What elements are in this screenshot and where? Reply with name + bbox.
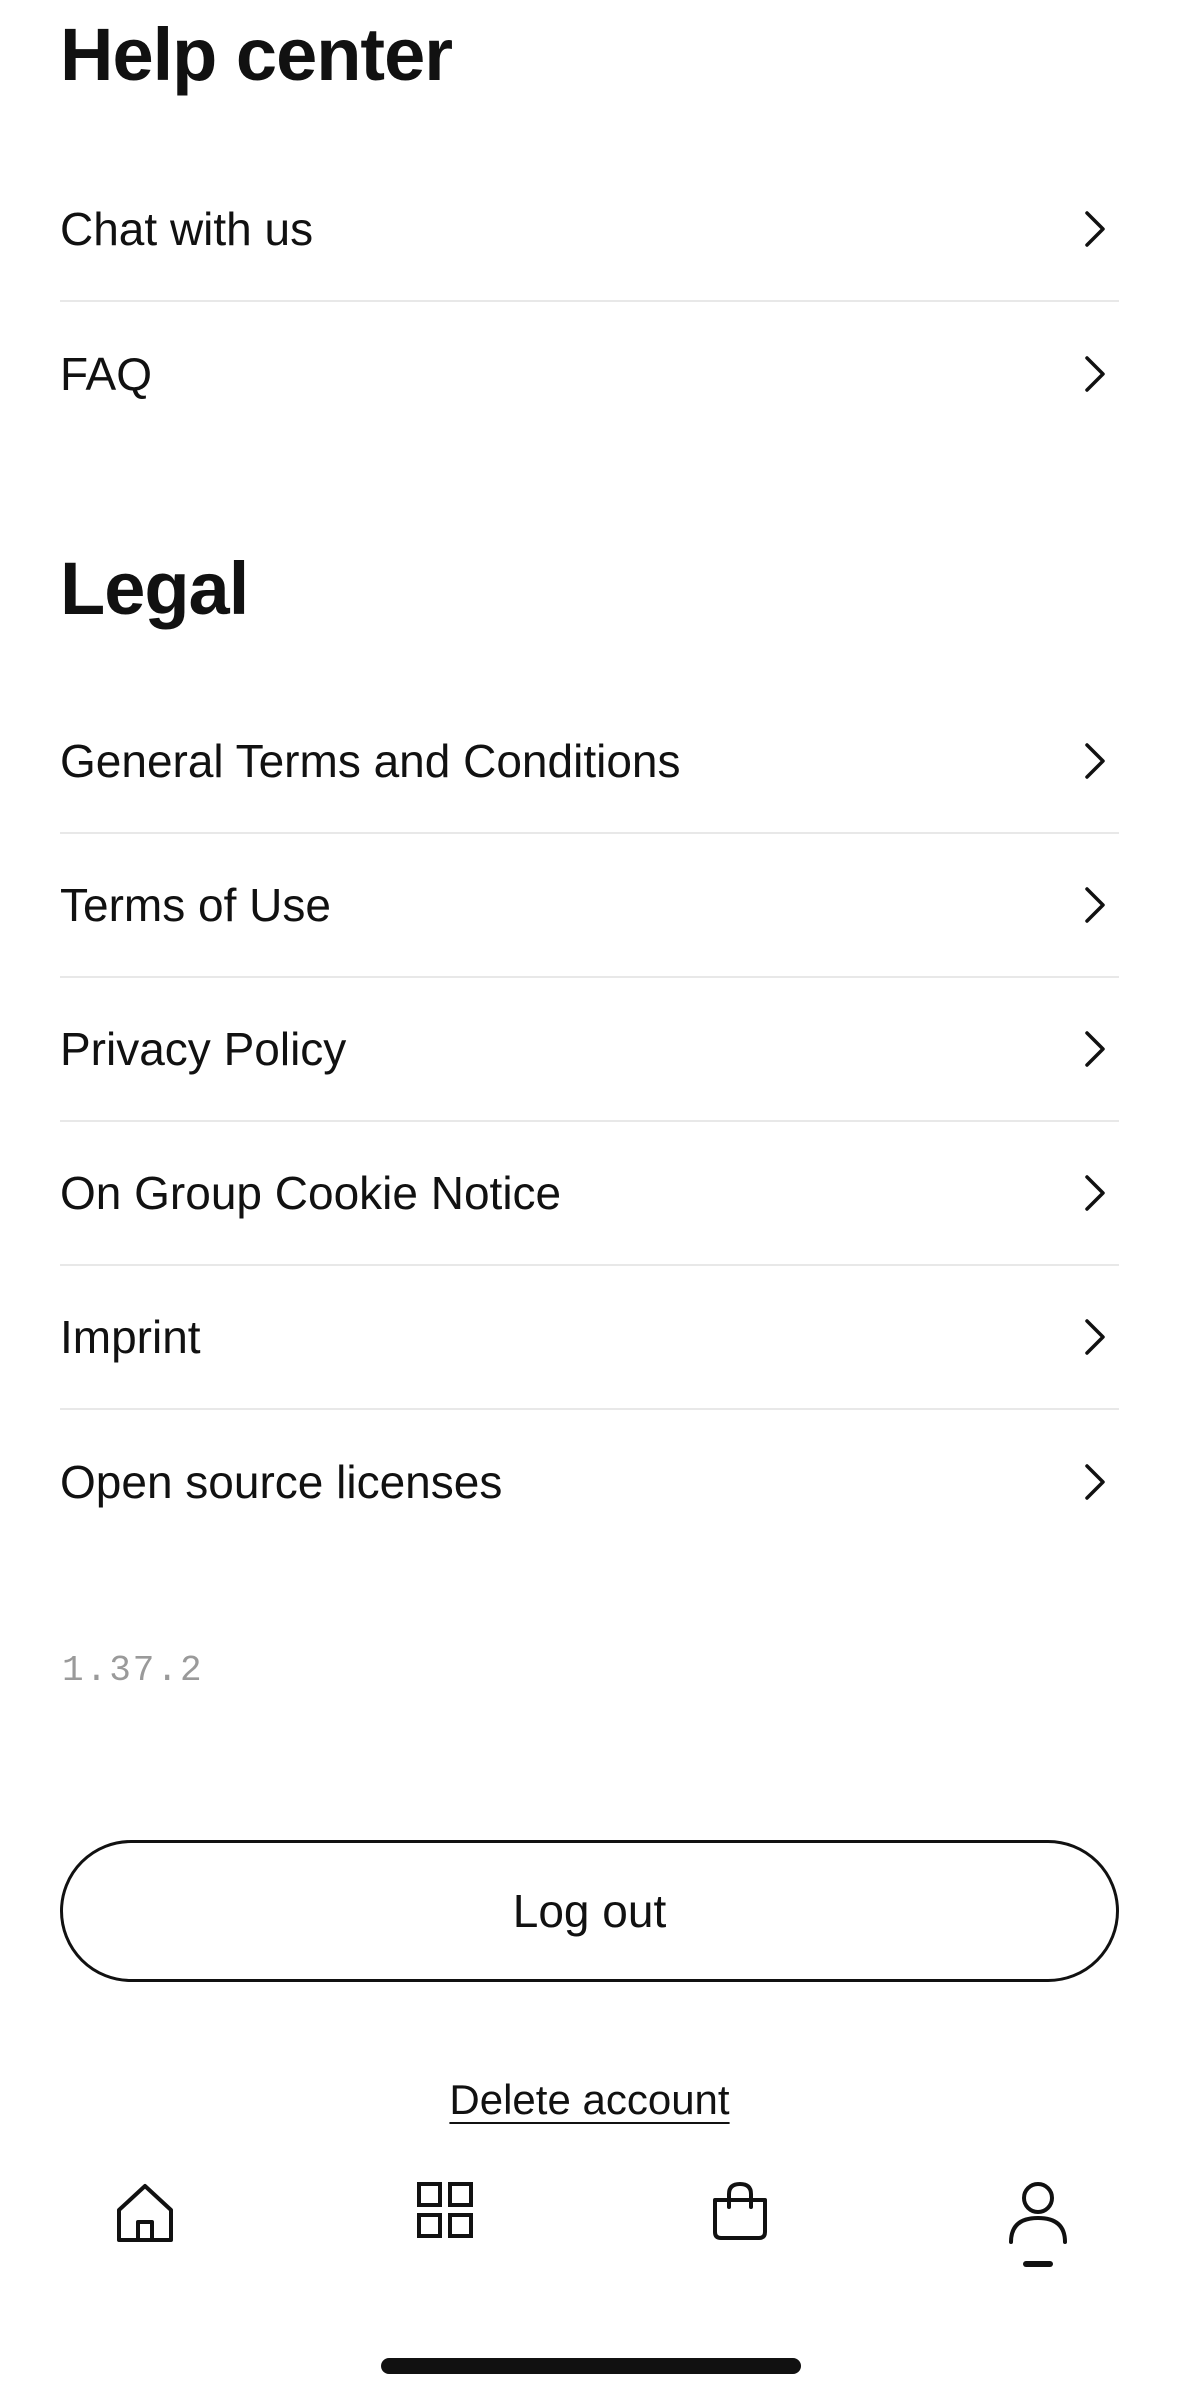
chevron-right-icon xyxy=(1075,1173,1115,1213)
bottom-tab-bar xyxy=(0,2170,1179,2300)
list-item-label: Terms of Use xyxy=(60,879,331,931)
chevron-right-icon xyxy=(1075,354,1115,394)
app-version: 1.37.2 xyxy=(62,1650,204,1691)
delete-account-link[interactable]: Delete account xyxy=(449,2076,729,2123)
shopping-bag-icon xyxy=(709,2180,771,2247)
list-item-privacy-policy[interactable]: Privacy Policy xyxy=(60,978,1119,1122)
list-item-chat-with-us[interactable]: Chat with us xyxy=(60,158,1119,302)
home-icon xyxy=(113,2180,177,2249)
grid-icon xyxy=(415,2180,475,2245)
list-item-cookie-notice[interactable]: On Group Cookie Notice xyxy=(60,1122,1119,1266)
chevron-right-icon xyxy=(1075,1317,1115,1357)
list-item-terms-of-use[interactable]: Terms of Use xyxy=(60,834,1119,978)
list-item-general-terms[interactable]: General Terms and Conditions xyxy=(60,690,1119,834)
tab-home[interactable] xyxy=(95,2180,195,2290)
chevron-right-icon xyxy=(1075,1462,1115,1502)
chevron-right-icon xyxy=(1075,741,1115,781)
home-indicator xyxy=(381,2358,801,2374)
tab-categories[interactable] xyxy=(395,2180,495,2290)
list-item-label: General Terms and Conditions xyxy=(60,735,681,787)
logout-button[interactable]: Log out xyxy=(60,1840,1119,1982)
chevron-right-icon xyxy=(1075,885,1115,925)
list-item-label: Open source licenses xyxy=(60,1456,503,1508)
list-item-label: On Group Cookie Notice xyxy=(60,1167,562,1219)
legal-title: Legal xyxy=(60,547,249,630)
delete-account-container: Delete account xyxy=(0,2076,1179,2124)
legal-list: General Terms and Conditions Terms of Us… xyxy=(60,690,1119,1554)
chevron-right-icon xyxy=(1075,209,1115,249)
help-center-title: Help center xyxy=(60,13,453,96)
list-item-imprint[interactable]: Imprint xyxy=(60,1266,1119,1410)
list-item-label: FAQ xyxy=(60,348,153,400)
tab-bag[interactable] xyxy=(690,2180,790,2290)
chevron-right-icon xyxy=(1075,1029,1115,1069)
list-item-faq[interactable]: FAQ xyxy=(60,302,1119,446)
profile-icon xyxy=(1007,2180,1069,2251)
active-tab-indicator xyxy=(1023,2261,1053,2267)
list-item-open-source-licenses[interactable]: Open source licenses xyxy=(60,1410,1119,1554)
list-item-label: Chat with us xyxy=(60,203,314,255)
help-center-list: Chat with us FAQ xyxy=(60,158,1119,446)
list-item-label: Imprint xyxy=(60,1311,201,1363)
tab-profile[interactable] xyxy=(988,2180,1088,2290)
list-item-label: Privacy Policy xyxy=(60,1023,347,1075)
